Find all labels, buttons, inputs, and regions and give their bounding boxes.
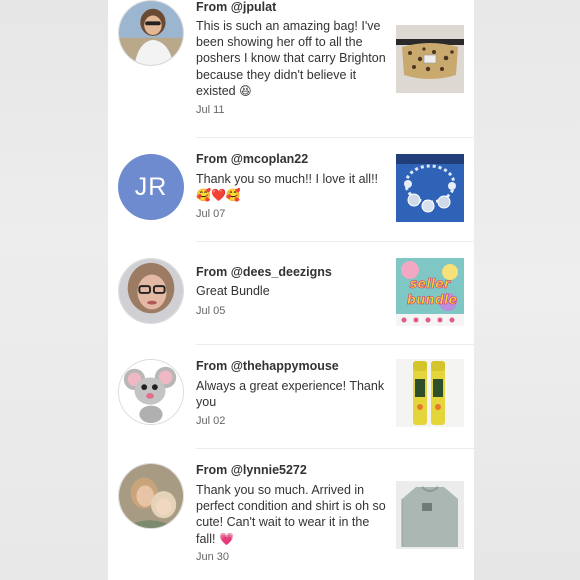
avatar[interactable] [118,258,184,324]
product-text-bundle: bundle [407,293,458,308]
gray-sweatshirt-thumbnail[interactable] [396,481,464,549]
review-date: Jun 30 [196,551,230,563]
blue-jewelry-set-thumbnail[interactable] [396,154,464,222]
review-author[interactable]: From @mcoplan22 [196,152,308,166]
hearts-emoji-icon: 🥰❤️🥰 [196,188,241,203]
divider [196,344,474,345]
avatar[interactable] [118,463,184,529]
review-date: Jul 02 [196,415,226,427]
review-message: This is such an amazing bag! I've been s… [196,19,386,98]
heart-emoji-icon: 💗 [218,531,234,546]
avatar[interactable] [118,0,184,66]
product-text-seller: seller [410,277,452,292]
avatar-initials: JR [134,172,168,201]
review-date: Jul 11 [196,104,225,116]
divider [196,137,474,138]
review-date: Jul 07 [196,208,226,220]
reviews-list: From @jpulat This is such an amazing bag… [108,0,474,580]
avatar[interactable]: JR [118,154,184,220]
background-left [0,0,108,580]
laughing-emoji-icon: 😆 [239,83,252,98]
leopard-belt-bag-thumbnail[interactable] [396,25,464,93]
review-item: From @lynnie5272 Thank you so much. Arri… [108,463,474,580]
review-message: Great Bundle [196,284,270,298]
divider [196,241,474,242]
review-message: Thank you so much. Arrived in perfect co… [196,483,386,546]
review-item: JR From @mcoplan22 Thank you so much!! I… [108,152,474,242]
seller-bundle-thumbnail[interactable]: seller bundle [396,258,464,326]
review-item: From @dees_deezigns Great Bundle Jul 05 … [108,258,474,345]
lip-balm-thumbnail[interactable] [396,359,464,427]
review-message: Always a great experience! Thank you [196,379,385,410]
review-author[interactable]: From @jpulat [196,0,276,14]
review-author[interactable]: From @dees_deezigns [196,265,332,279]
review-date: Jul 05 [196,305,226,317]
review-message: Thank you so much!! I love it all!! 🥰❤️🥰 [196,172,379,203]
review-item: From @thehappymouse Always a great exper… [108,359,474,449]
review-author[interactable]: From @thehappymouse [196,359,339,373]
review-item: From @jpulat This is such an amazing bag… [108,0,474,138]
avatar[interactable] [118,359,184,425]
background-right [474,0,580,580]
review-author[interactable]: From @lynnie5272 [196,463,307,477]
divider [196,448,474,449]
